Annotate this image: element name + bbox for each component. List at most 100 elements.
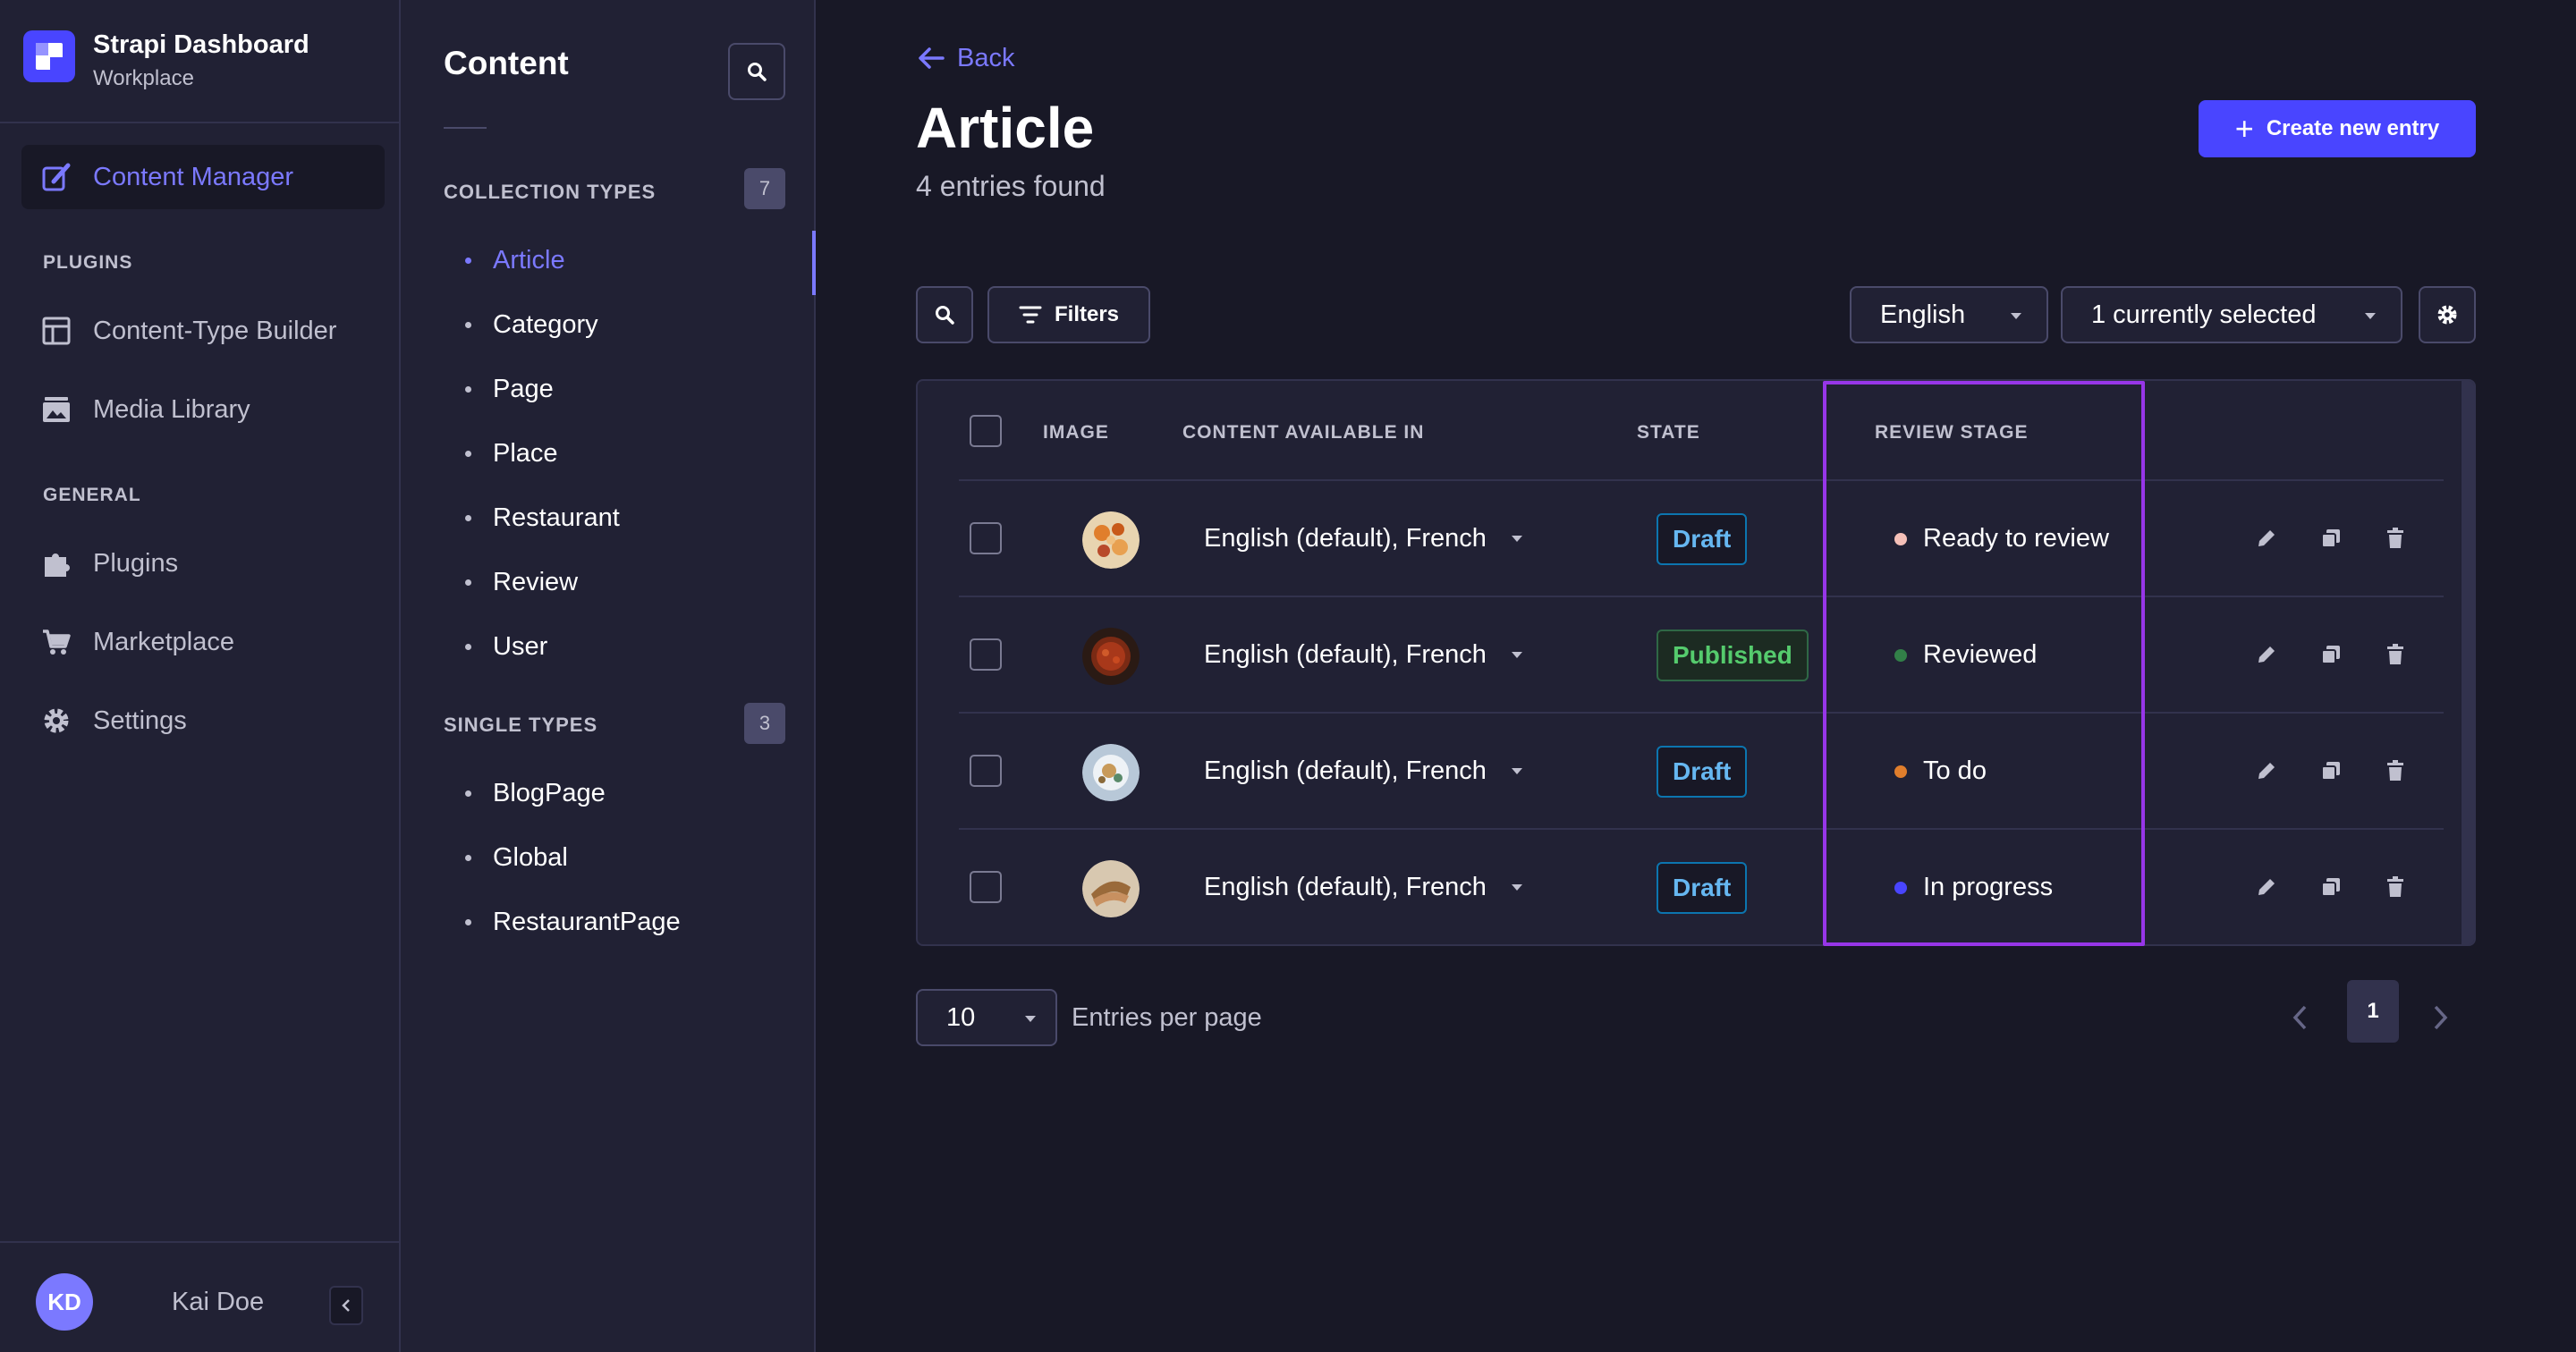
subnav-search-button[interactable] <box>728 43 785 100</box>
duplicate-button[interactable] <box>2313 637 2349 672</box>
caret-down-icon <box>1025 1016 1036 1022</box>
filters-button[interactable]: Filters <box>987 286 1150 343</box>
review-stage[interactable]: In progress <box>1894 873 2053 902</box>
main-content: Back Article 4 entries found + Create ne… <box>816 0 2576 1352</box>
arrow-left-icon <box>919 47 945 69</box>
locales-dropdown[interactable]: English (default), French <box>1204 873 1522 902</box>
page-1-button[interactable]: 1 <box>2347 980 2399 1043</box>
nav-content-type-builder-label: Content-Type Builder <box>93 316 337 345</box>
table-row[interactable]: English (default), French Draft To do <box>959 712 2444 828</box>
table-row[interactable]: English (default), French Published Revi… <box>959 596 2444 712</box>
pencil-icon <box>2258 646 2275 663</box>
main-navigation: Strapi Dashboard Workplace Content Manag… <box>0 0 401 1352</box>
stage-dot-icon <box>1894 881 1907 894</box>
delete-button[interactable] <box>2377 520 2413 556</box>
subnav-item-user[interactable]: User <box>401 617 814 676</box>
review-stage[interactable]: To do <box>1894 756 1987 786</box>
edit-button[interactable] <box>2249 520 2284 556</box>
delete-button[interactable] <box>2377 869 2413 905</box>
select-all-checkbox[interactable] <box>970 415 1002 447</box>
delete-button[interactable] <box>2377 637 2413 672</box>
review-stage[interactable]: Ready to review <box>1894 524 2109 553</box>
nav-media-library[interactable]: Media Library <box>21 377 385 442</box>
list-settings-button[interactable] <box>2419 286 2476 343</box>
duplicate-icon <box>2321 529 2340 548</box>
nav-content-type-builder[interactable]: Content-Type Builder <box>21 299 385 363</box>
row-checkbox[interactable] <box>970 871 1002 903</box>
bullet-icon <box>465 450 471 457</box>
subnav-item-review[interactable]: Review <box>401 553 814 612</box>
column-header-content-available-in[interactable]: CONTENT AVAILABLE IN <box>1182 422 1424 444</box>
edit-button[interactable] <box>2249 637 2284 672</box>
table-row[interactable]: English (default), French Draft In progr… <box>959 828 2444 944</box>
column-header-state[interactable]: STATE <box>1637 422 1700 444</box>
subnav-item-restaurant[interactable]: Restaurant <box>401 488 814 547</box>
column-header-image[interactable]: IMAGE <box>1043 422 1109 444</box>
table-scrollbar[interactable] <box>2462 381 2474 944</box>
plugins-section-label: PLUGINS <box>43 252 133 273</box>
bullet-icon <box>465 918 471 925</box>
subnav-item-article[interactable]: Article <box>401 231 816 295</box>
previous-page-button[interactable] <box>2283 989 2318 1046</box>
trash-icon <box>2387 644 2403 664</box>
back-label: Back <box>957 43 1015 72</box>
article-thumbnail <box>1082 511 1140 569</box>
duplicate-icon <box>2321 878 2340 897</box>
content-subnav: Content COLLECTION TYPES 7 Article Categ… <box>401 0 816 1352</box>
layout-icon <box>41 316 72 346</box>
brand-title: Strapi Dashboard <box>93 30 309 59</box>
caret-down-icon <box>2365 313 2376 319</box>
user-name[interactable]: Kai Doe <box>172 1288 264 1317</box>
search-icon <box>748 63 767 81</box>
nav-plugins[interactable]: Plugins <box>21 531 385 596</box>
search-button[interactable] <box>916 286 973 343</box>
status-badge: Draft <box>1657 513 1748 565</box>
stage-dot-icon <box>1894 648 1907 662</box>
row-checkbox[interactable] <box>970 638 1002 671</box>
back-link[interactable]: Back <box>916 43 1014 73</box>
columns-select[interactable]: 1 currently selected <box>2061 286 2402 343</box>
subnav-item-restaurantpage[interactable]: RestaurantPage <box>401 892 814 951</box>
duplicate-button[interactable] <box>2313 753 2349 789</box>
caret-down-icon <box>1511 536 1522 542</box>
trash-icon <box>2387 876 2403 897</box>
edit-button[interactable] <box>2249 869 2284 905</box>
locales-dropdown[interactable]: English (default), French <box>1204 524 1522 553</box>
column-header-review-stage[interactable]: REVIEW STAGE <box>1875 422 2028 444</box>
search-icon <box>936 306 954 325</box>
feather-icon <box>41 162 72 192</box>
table-row[interactable]: English (default), French Draft Ready to… <box>959 479 2444 596</box>
nav-content-manager[interactable]: Content Manager <box>21 145 385 209</box>
subnav-item-page[interactable]: Page <box>401 359 814 418</box>
edit-button[interactable] <box>2249 753 2284 789</box>
create-new-entry-button[interactable]: + Create new entry <box>2199 100 2476 157</box>
nav-media-library-label: Media Library <box>93 394 250 424</box>
row-checkbox[interactable] <box>970 755 1002 787</box>
delete-button[interactable] <box>2377 753 2413 789</box>
chevron-left-icon <box>342 1299 350 1312</box>
status-badge: Draft <box>1657 746 1748 798</box>
review-stage-label: Ready to review <box>1923 524 2109 553</box>
duplicate-button[interactable] <box>2313 520 2349 556</box>
nav-settings[interactable]: Settings <box>21 689 385 753</box>
review-stage[interactable]: Reviewed <box>1894 640 2037 670</box>
subnav-item-category[interactable]: Category <box>401 295 814 354</box>
locale-select[interactable]: English <box>1850 286 2048 343</box>
entries-per-page-select[interactable]: 10 <box>916 989 1057 1046</box>
subnav-item-place[interactable]: Place <box>401 424 814 483</box>
status-badge: Published <box>1657 630 1809 681</box>
locales-dropdown[interactable]: English (default), French <box>1204 640 1522 670</box>
collapse-nav-button[interactable] <box>329 1286 363 1325</box>
review-stage-label: In progress <box>1923 873 2054 901</box>
pencil-icon <box>2258 530 2275 546</box>
collection-types-count: 7 <box>744 168 785 209</box>
nav-marketplace[interactable]: Marketplace <box>21 610 385 674</box>
duplicate-button[interactable] <box>2313 869 2349 905</box>
locales-dropdown[interactable]: English (default), French <box>1204 756 1522 786</box>
subnav-item-label: BlogPage <box>493 778 606 807</box>
subnav-item-blogpage[interactable]: BlogPage <box>401 764 814 823</box>
avatar[interactable]: KD <box>36 1273 93 1331</box>
next-page-button[interactable] <box>2422 989 2458 1046</box>
row-checkbox[interactable] <box>970 522 1002 554</box>
subnav-item-global[interactable]: Global <box>401 828 814 887</box>
